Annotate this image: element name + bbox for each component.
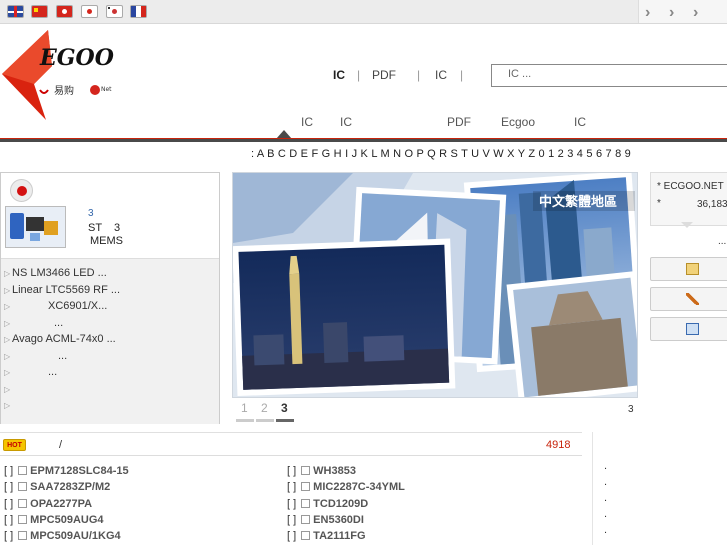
korea-flag-icon[interactable]	[106, 5, 123, 18]
external-link-icon	[18, 466, 28, 475]
subnav-ic-2[interactable]: IC	[340, 115, 352, 129]
list-item[interactable]: ▷ Avago ACML-74x0 ...	[4, 333, 116, 345]
stats-line-1: * ECGOO.NET	[657, 181, 724, 192]
china-flag-icon[interactable]	[31, 5, 48, 18]
contact-icon	[686, 323, 699, 335]
post-button[interactable]	[650, 257, 727, 281]
list-item[interactable]: .	[604, 508, 607, 520]
part-row[interactable]: [ ] EPM7128SLC84-15	[4, 465, 129, 477]
external-link-icon	[18, 499, 28, 508]
stats-line-2: *	[657, 198, 661, 209]
nav-separator: |	[417, 68, 421, 82]
list-item[interactable]: ▷ XC6901/X...	[4, 300, 107, 312]
external-link-icon	[301, 482, 311, 491]
part-row[interactable]: [ ] MPC509AU/1KG4	[4, 530, 121, 542]
part-row[interactable]: [ ] SAA7283ZP/M2	[4, 481, 110, 493]
promo-banner[interactable]: 中文繁體地區	[232, 172, 638, 398]
list-item[interactable]: ▷...	[4, 317, 63, 329]
japan-flag-icon[interactable]	[81, 5, 98, 18]
subnav-ecgoo[interactable]: Ecgoo	[501, 115, 535, 129]
list-item[interactable]: ▷	[4, 399, 12, 411]
news-line-2[interactable]: MEMS	[90, 235, 123, 247]
hot-parts-header	[0, 432, 582, 456]
site-logo[interactable]: EGOO 易购 Net	[0, 26, 130, 124]
list-item[interactable]: ▷	[4, 383, 12, 395]
subnav-ic-3[interactable]: IC	[574, 115, 586, 129]
list-item[interactable]: .	[604, 524, 607, 536]
header-divider	[0, 138, 727, 142]
external-link-icon	[301, 531, 311, 540]
stats-more[interactable]: ...	[718, 236, 726, 247]
list-item[interactable]: ▷ Linear LTC5569 RF ...	[4, 284, 120, 296]
hongkong-flag-icon[interactable]	[56, 5, 73, 18]
part-row[interactable]: [ ] EN5360DI	[287, 514, 364, 526]
parts-header-sep: /	[59, 439, 63, 451]
logo-subtitle: 易购	[54, 84, 74, 97]
alphabet-index[interactable]: : A B C D E F G H I J K L M N O P Q R S …	[251, 148, 631, 160]
nav-separator: |	[357, 68, 361, 82]
contact-button[interactable]	[650, 317, 727, 341]
part-row[interactable]: [ ] WH3853	[287, 465, 356, 477]
carousel-page-1[interactable]: 1	[241, 401, 248, 415]
edit-icon	[686, 263, 699, 275]
list-item[interactable]: ▷...	[4, 350, 67, 362]
search-input[interactable]: IC ...	[491, 64, 727, 87]
external-link-icon	[301, 499, 311, 508]
part-row[interactable]: [ ] MPC509AUG4	[4, 514, 104, 526]
external-link-icon	[301, 515, 311, 524]
wrench-icon	[686, 293, 699, 305]
nav-pdf[interactable]: PDF	[372, 68, 396, 82]
logo-net: Net	[101, 86, 112, 93]
chevron-right-icon[interactable]: ›	[645, 4, 650, 22]
column-divider	[592, 432, 593, 545]
part-row[interactable]: [ ] MIC2287C-34YML	[287, 481, 405, 493]
list-item[interactable]: ▷ NS LM3466 LED ...	[4, 267, 107, 279]
site-stats: * ECGOO.NET * 36,183	[650, 172, 727, 226]
news-thumbnail[interactable]	[5, 206, 66, 248]
nav-ic-2[interactable]: IC	[435, 68, 447, 82]
list-item[interactable]: .	[604, 460, 607, 472]
uk-flag-icon[interactable]	[7, 5, 24, 18]
tools-button[interactable]	[650, 287, 727, 311]
chevron-right-icon[interactable]: ›	[669, 4, 674, 22]
list-item[interactable]: .	[604, 492, 607, 504]
banner-caption: 中文繁體地區	[539, 194, 617, 210]
list-item[interactable]: .	[604, 476, 607, 488]
news-line-1-num: 3	[114, 222, 121, 234]
chevron-right-icon[interactable]: ›	[693, 4, 698, 22]
hot-badge: HOT	[3, 439, 26, 451]
part-row[interactable]: [ ] TA2111FG	[287, 530, 366, 542]
news-number[interactable]: 3	[88, 208, 94, 219]
external-link-icon	[18, 515, 28, 524]
nav-separator: |	[460, 68, 464, 82]
news-line-1[interactable]: ST	[88, 222, 102, 234]
external-link-icon	[18, 531, 28, 540]
subnav-pdf[interactable]: PDF	[447, 115, 471, 129]
external-link-icon	[301, 466, 311, 475]
carousel-page-2[interactable]: 2	[261, 401, 268, 415]
france-flag-icon[interactable]	[130, 5, 147, 18]
record-icon	[10, 179, 33, 202]
part-row[interactable]: [ ] TCD1209D	[287, 498, 368, 510]
parts-count: 4918	[546, 439, 571, 451]
language-bar: › › ›	[0, 0, 727, 24]
nav-arrows: › › ›	[638, 0, 727, 23]
nav-ic[interactable]: IC	[333, 68, 345, 82]
stats-count: 36,183	[697, 199, 727, 210]
list-item[interactable]: ▷...	[4, 366, 57, 378]
external-link-icon	[18, 482, 28, 491]
stats-pointer	[681, 222, 693, 228]
carousel-page-3[interactable]: 3	[281, 401, 288, 415]
logo-wordmark: EGOO	[39, 45, 114, 71]
banner-number: 3	[628, 404, 634, 415]
part-row[interactable]: [ ] OPA2277PA	[4, 498, 92, 510]
subnav-ic[interactable]: IC	[301, 115, 313, 129]
